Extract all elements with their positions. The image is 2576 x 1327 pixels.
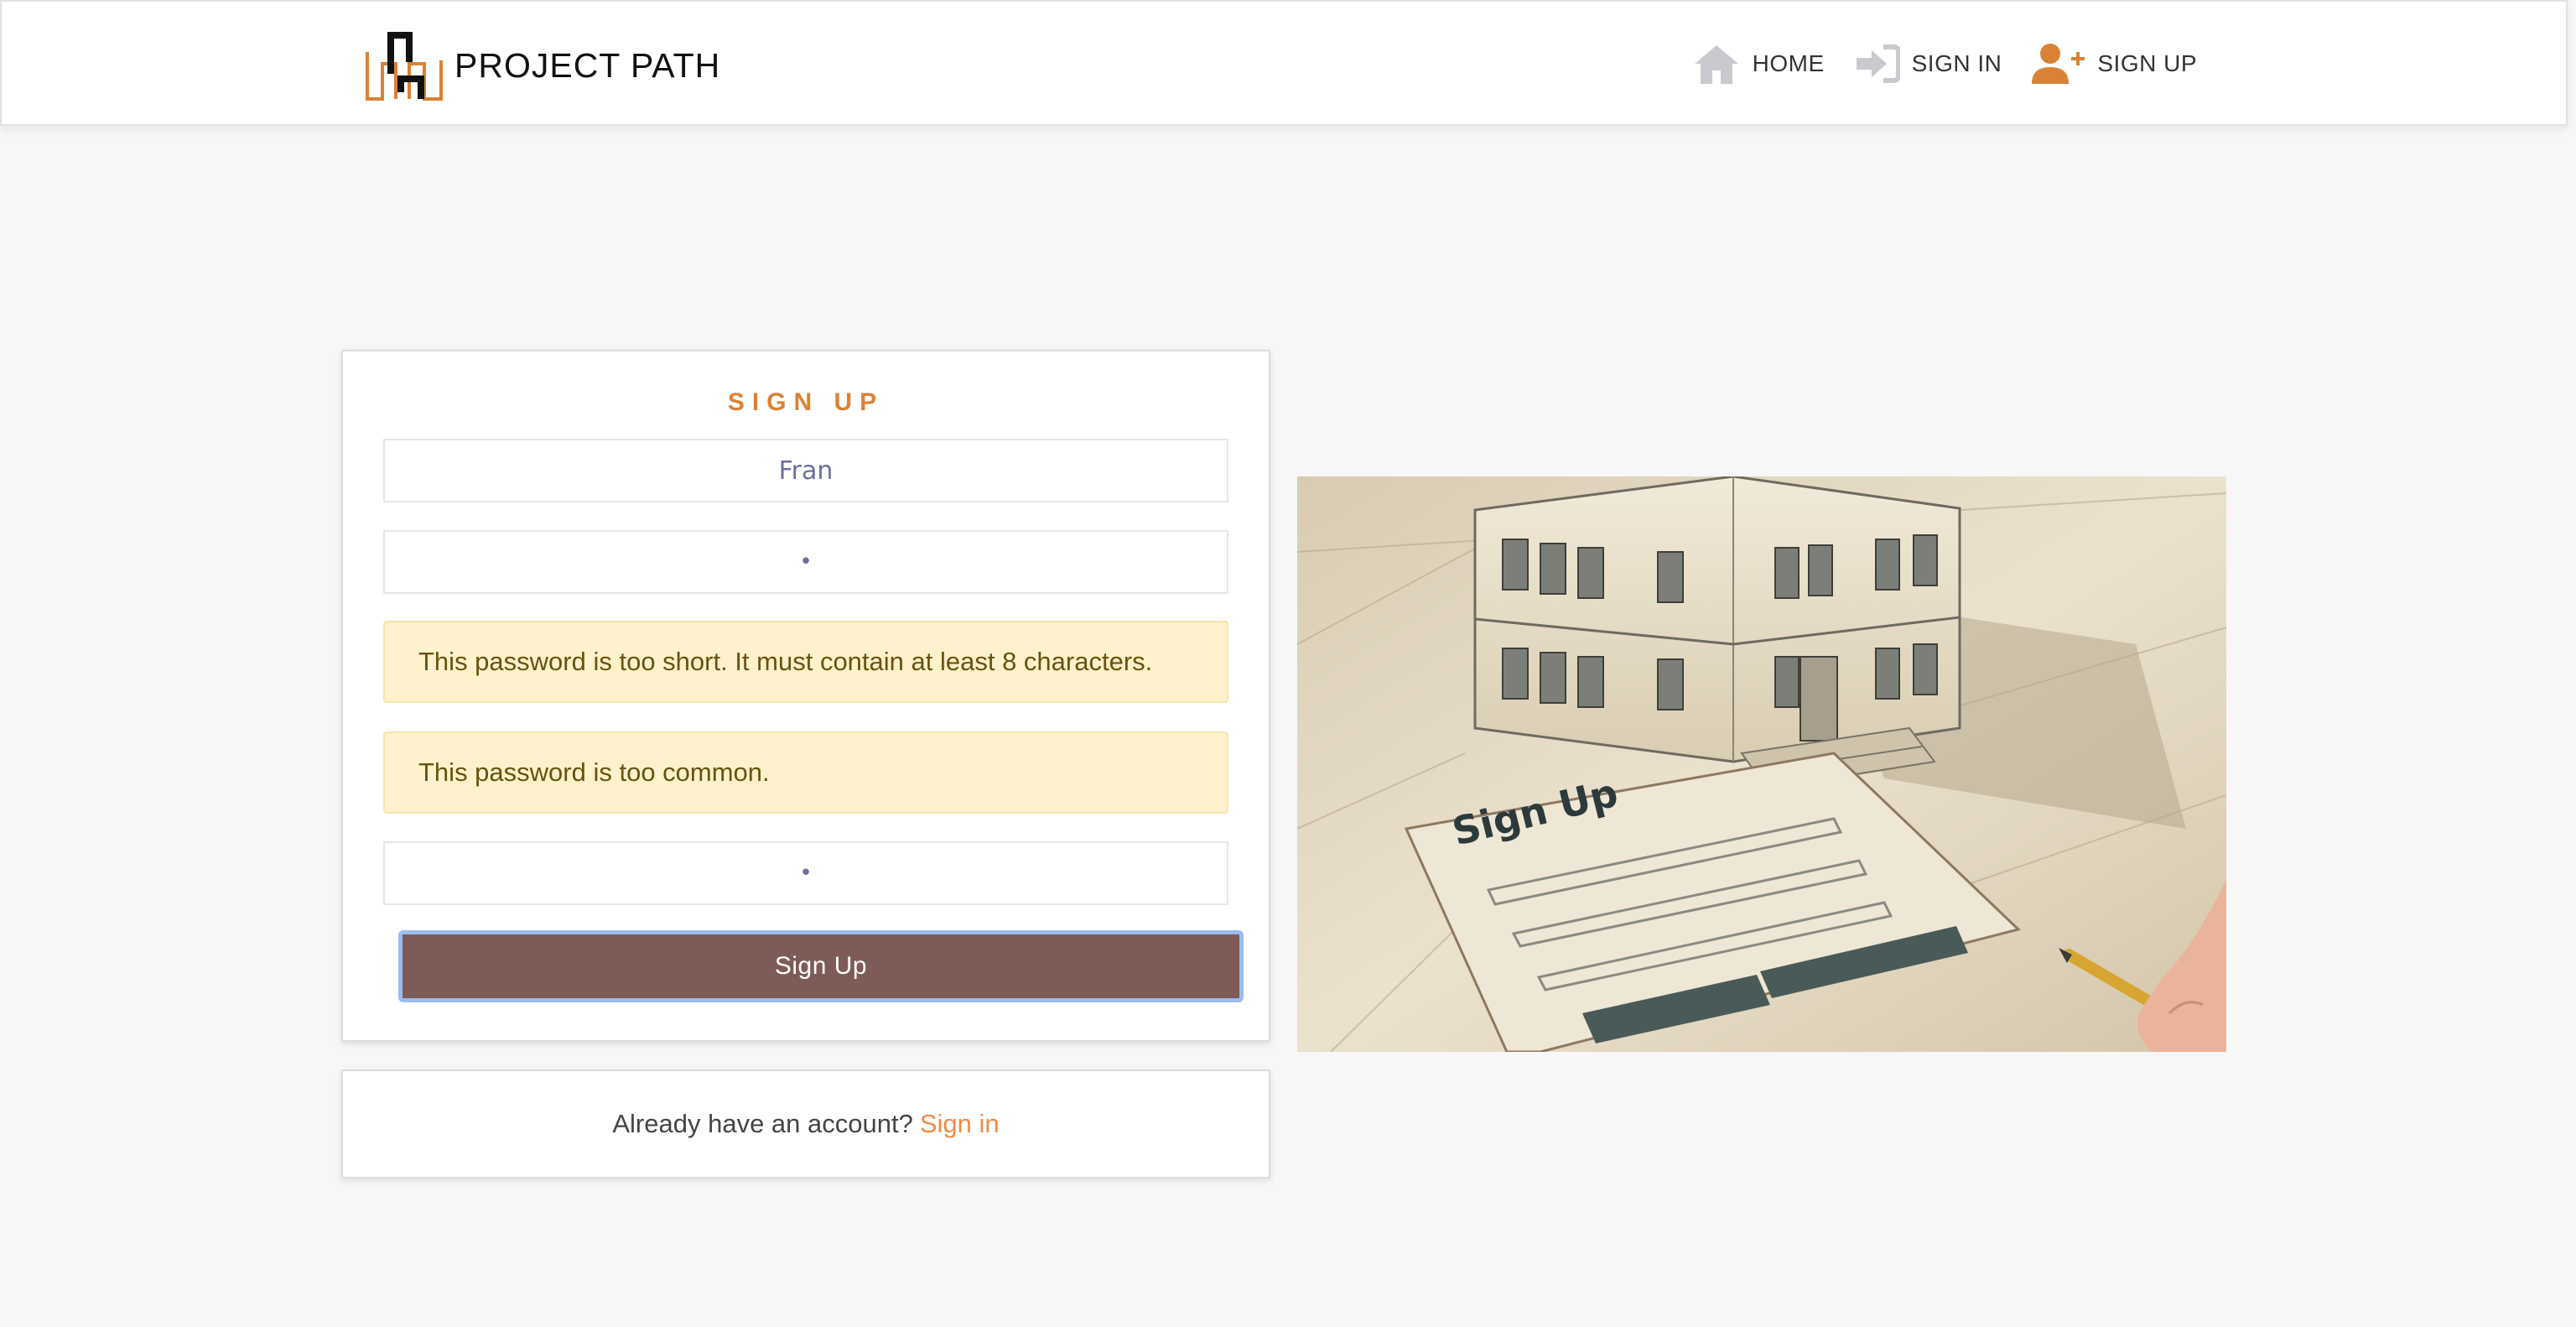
nav-sign-in[interactable]: SIGN IN	[1855, 44, 2002, 84]
brand-name: PROJECT PATH	[454, 45, 721, 85]
signin-prompt-card: Already have an account? Sign in	[341, 1069, 1270, 1179]
user-plus-icon	[2032, 44, 2085, 84]
signup-card: SIGN UP This password is too short. It m…	[341, 350, 1270, 1042]
signup-illustration: Sign Up	[1297, 476, 2226, 1052]
nav-links: HOME SIGN IN SIGN UP	[1662, 39, 2197, 89]
nav-sign-in-label: SIGN IN	[1911, 50, 2002, 76]
sign-in-link[interactable]: Sign in	[920, 1109, 1000, 1139]
sign-in-icon	[1856, 44, 1900, 83]
navbar: PROJECT PATH HOME SIGN IN SIGN UP	[0, 0, 2568, 126]
password-input[interactable]	[383, 530, 1228, 594]
signup-title: SIGN UP	[727, 388, 885, 416]
brand[interactable]: PROJECT PATH	[364, 27, 720, 104]
password-error-short: This password is too short. It must cont…	[383, 621, 1228, 703]
nav-sign-up[interactable]: SIGN UP	[2032, 42, 2197, 86]
nav-home-label: HOME	[1752, 50, 1825, 76]
nav-sign-up-label: SIGN UP	[2097, 50, 2197, 76]
username-input[interactable]	[383, 439, 1228, 502]
sign-up-button[interactable]: Sign Up	[398, 930, 1244, 1002]
home-icon	[1694, 45, 1738, 84]
signin-prompt-text: Already have an account?	[612, 1109, 913, 1138]
nav-home[interactable]: HOME	[1692, 42, 1825, 86]
signin-prompt: Already have an account? Sign in	[343, 1071, 1269, 1177]
password-error-common: This password is too common.	[383, 731, 1228, 814]
illustration-graphic: Sign Up	[1297, 476, 2226, 1052]
password-confirm-input[interactable]	[383, 841, 1228, 905]
project-path-logo	[366, 32, 443, 101]
